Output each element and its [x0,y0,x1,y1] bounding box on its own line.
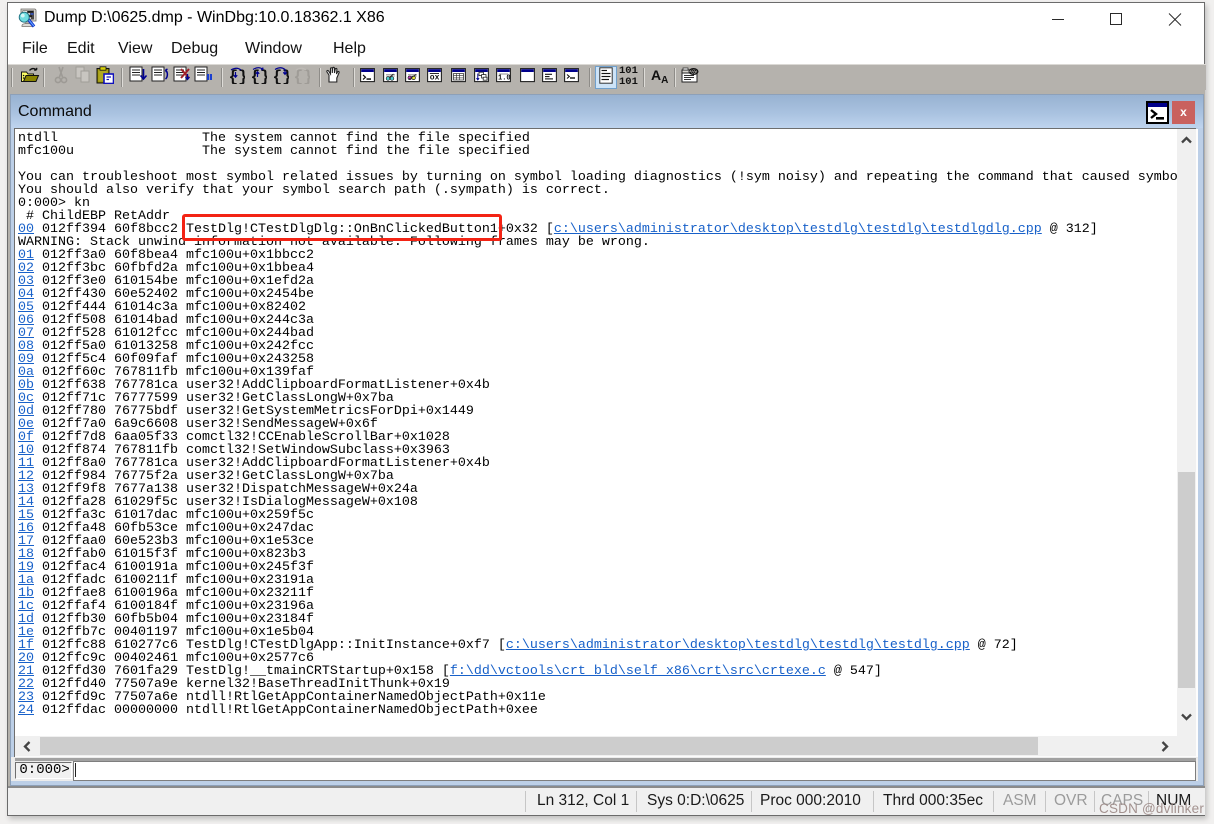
svg-text:{}: {} [251,68,268,84]
svg-text:{}: {} [294,68,311,84]
svg-text:1.0: 1.0 [498,74,511,82]
svg-text:{}: {} [273,68,290,84]
svg-text:ox: ox [429,73,439,82]
